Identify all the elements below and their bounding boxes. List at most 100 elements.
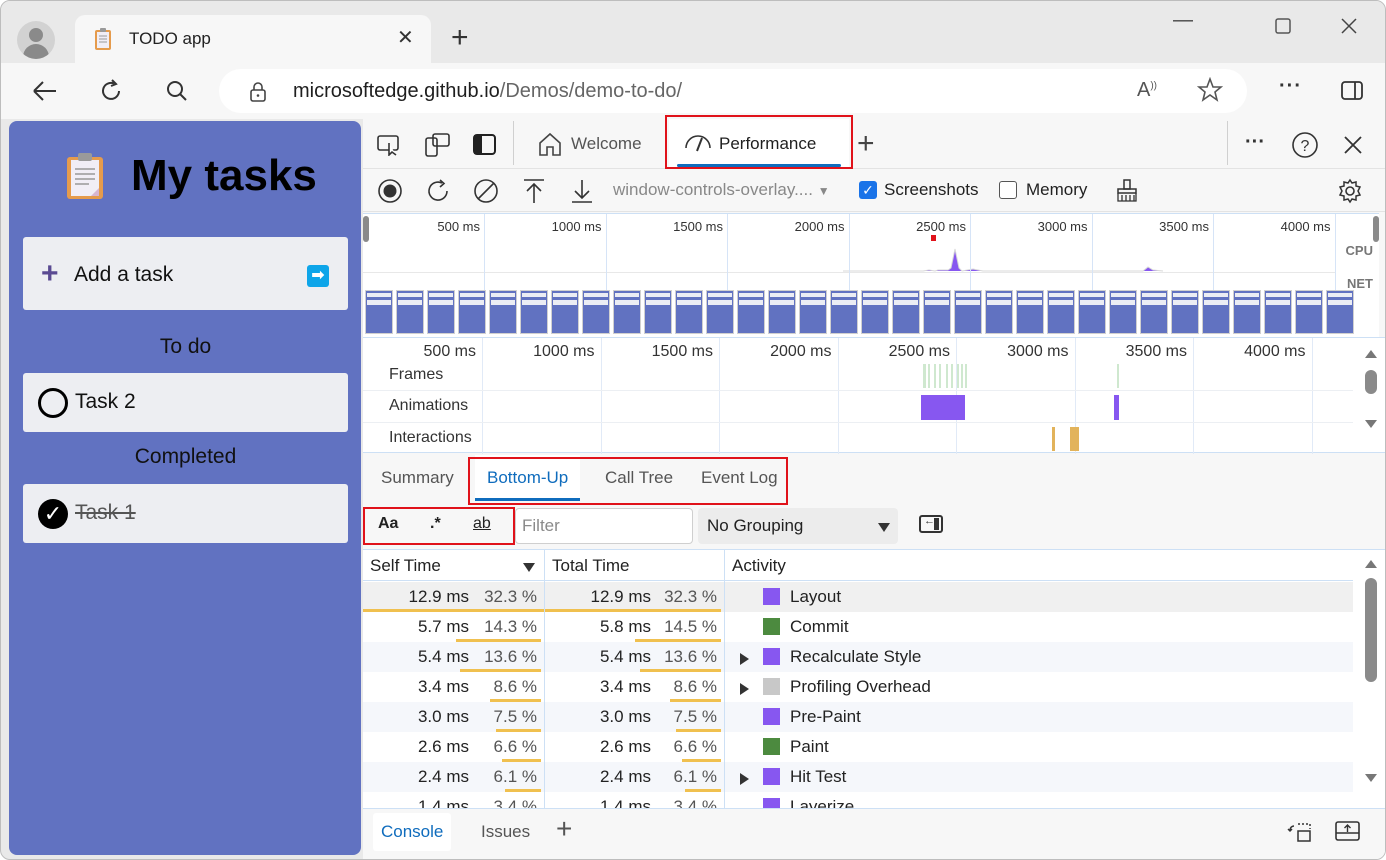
track-interactions[interactable]: Interactions (389, 429, 472, 447)
profile-avatar-icon[interactable] (17, 21, 55, 59)
screenshot-thumbnail[interactable] (458, 290, 486, 334)
match-case-button[interactable]: Aa (378, 515, 398, 533)
table-row[interactable]: 12.9 ms 32.3 % 12.9 ms 32.3 % Layout (363, 582, 1353, 612)
screenshot-thumbnail[interactable] (861, 290, 889, 334)
screenshot-thumbnail[interactable] (1047, 290, 1075, 334)
scrollbar-thumb[interactable] (1365, 370, 1377, 394)
screenshot-thumbnail[interactable] (985, 290, 1013, 334)
expand-arrow-icon[interactable] (740, 773, 749, 785)
screenshots-checkbox[interactable]: ✓ (859, 181, 877, 199)
frame-bar[interactable] (957, 364, 959, 388)
tab-summary[interactable]: Summary (373, 455, 462, 501)
scroll-down-icon[interactable] (1365, 420, 1377, 428)
screenshot-thumbnail[interactable] (1078, 290, 1106, 334)
column-header-activity[interactable]: Activity (725, 550, 1353, 581)
scrollbar-thumb[interactable] (1365, 578, 1377, 682)
whole-word-button[interactable]: ab (473, 515, 491, 533)
table-scrollbar[interactable] (1365, 560, 1379, 782)
back-arrow-icon[interactable] (29, 75, 61, 107)
frame-bar[interactable] (961, 364, 963, 388)
timeline-overview[interactable]: CPU NET 500 ms 1000 ms 1500 ms 2000 ms 2500 … (363, 213, 1379, 337)
table-row[interactable]: 5.4 ms 13.6 % 5.4 ms 13.6 % Recalculate Styl… (363, 642, 1353, 672)
submit-arrow-icon[interactable]: ➡ (307, 265, 329, 287)
table-row[interactable]: 2.6 ms 6.6 % 2.6 ms 6.6 % Paint (363, 732, 1353, 762)
checkmark-icon[interactable]: ✓ (38, 499, 68, 529)
task-item[interactable]: Task 2 (23, 373, 348, 432)
table-row[interactable]: 3.4 ms 8.6 % 3.4 ms 8.6 % Profiling Overhead (363, 672, 1353, 702)
column-header-total-time[interactable]: Total Time (545, 550, 724, 581)
url-text[interactable]: microsoftedge.github.io/Demos/demo-to-do… (293, 80, 682, 103)
tab-call-tree[interactable]: Call Tree (597, 455, 681, 501)
device-emulation-icon[interactable] (424, 131, 452, 159)
animation-bar[interactable] (1114, 395, 1119, 420)
lock-icon[interactable] (249, 81, 267, 103)
screenshot-thumbnail[interactable] (1264, 290, 1292, 334)
expand-arrow-icon[interactable] (740, 683, 749, 695)
collect-garbage-icon[interactable] (1115, 179, 1139, 203)
frame-bar[interactable] (934, 364, 936, 388)
star-icon[interactable] (1197, 77, 1223, 103)
search-icon[interactable] (161, 75, 193, 107)
grouping-select[interactable]: No Grouping (698, 508, 898, 544)
screenshot-thumbnail[interactable] (737, 290, 765, 334)
screenshot-thumbnail[interactable] (706, 290, 734, 334)
maximize-drawer-icon[interactable] (1335, 820, 1361, 842)
add-drawer-tab-button[interactable]: + (556, 813, 572, 845)
tab-event-log[interactable]: Event Log (693, 455, 786, 501)
screenshot-thumbnail[interactable] (1326, 290, 1354, 334)
scroll-up-icon[interactable] (1365, 350, 1377, 358)
screenshot-thumbnail[interactable] (1295, 290, 1323, 334)
help-icon[interactable]: ? (1291, 131, 1319, 159)
interaction-bar[interactable] (1070, 427, 1079, 451)
settings-gear-icon[interactable] (1337, 178, 1363, 204)
frame-bar[interactable] (928, 364, 930, 388)
screenshot-thumbnail[interactable] (613, 290, 641, 334)
regex-button[interactable]: .* (430, 515, 441, 533)
track-animations[interactable]: Animations (389, 397, 468, 415)
frame-bar[interactable] (939, 364, 941, 388)
address-bar[interactable]: microsoftedge.github.io/Demos/demo-to-do… (219, 69, 1247, 113)
screenshot-thumbnail[interactable] (1233, 290, 1261, 334)
overview-right-handle[interactable] (1373, 216, 1379, 242)
screenshot-thumbnail[interactable] (582, 290, 610, 334)
screenshot-thumbnail[interactable] (365, 290, 393, 334)
overview-left-handle[interactable] (363, 216, 369, 242)
table-row[interactable]: 5.7 ms 14.3 % 5.8 ms 14.5 % Commit (363, 612, 1353, 642)
toggle-sidebar-icon[interactable]: ← (919, 515, 943, 533)
track-frames[interactable]: Frames (389, 366, 443, 384)
task-item-completed[interactable]: ✓ Task 1 (23, 484, 348, 543)
column-header-self-time[interactable]: Self Time (363, 550, 544, 581)
more-options-icon[interactable]: ··· (1245, 131, 1265, 154)
screenshot-thumbnail[interactable] (489, 290, 517, 334)
tab-bottom-up[interactable]: Bottom-Up (475, 455, 581, 501)
screenshot-thumbnail[interactable] (768, 290, 796, 334)
screenshot-thumbnail[interactable] (954, 290, 982, 334)
tracks-scrollbar[interactable] (1365, 350, 1379, 428)
interaction-bar[interactable] (1052, 427, 1055, 451)
download-icon[interactable] (568, 177, 596, 205)
sidebar-icon[interactable] (1341, 81, 1363, 101)
screenshot-thumbnail[interactable] (520, 290, 548, 334)
maximize-icon[interactable] (1275, 18, 1291, 34)
screenshot-thumbnail[interactable] (396, 290, 424, 334)
add-tab-button[interactable]: + (857, 127, 875, 161)
unchecked-circle-icon[interactable] (38, 388, 68, 418)
frame-bar[interactable] (951, 364, 953, 388)
frame-bar[interactable] (965, 364, 967, 388)
read-aloud-icon[interactable]: A)) (1137, 79, 1157, 102)
screenshot-thumbnail[interactable] (892, 290, 920, 334)
screenshot-thumbnail[interactable] (1171, 290, 1199, 334)
screenshot-thumbnail[interactable] (1140, 290, 1168, 334)
scroll-up-icon[interactable] (1365, 560, 1377, 568)
screenshot-thumbnail[interactable] (551, 290, 579, 334)
tab-console[interactable]: Console (373, 813, 452, 851)
screenshot-thumbnail[interactable] (427, 290, 455, 334)
table-row[interactable]: 1.4 ms 3.4 % 1.4 ms 3.4 % Layerize (363, 792, 1353, 808)
screenshot-thumbnail[interactable] (799, 290, 827, 334)
frame-bar[interactable] (1117, 364, 1119, 388)
new-tab-button[interactable]: + (451, 23, 469, 53)
screenshot-thumbnail[interactable] (1109, 290, 1137, 334)
tab-welcome[interactable]: Welcome (525, 119, 654, 169)
frame-bar[interactable] (946, 364, 948, 388)
refresh-icon[interactable] (95, 75, 127, 107)
